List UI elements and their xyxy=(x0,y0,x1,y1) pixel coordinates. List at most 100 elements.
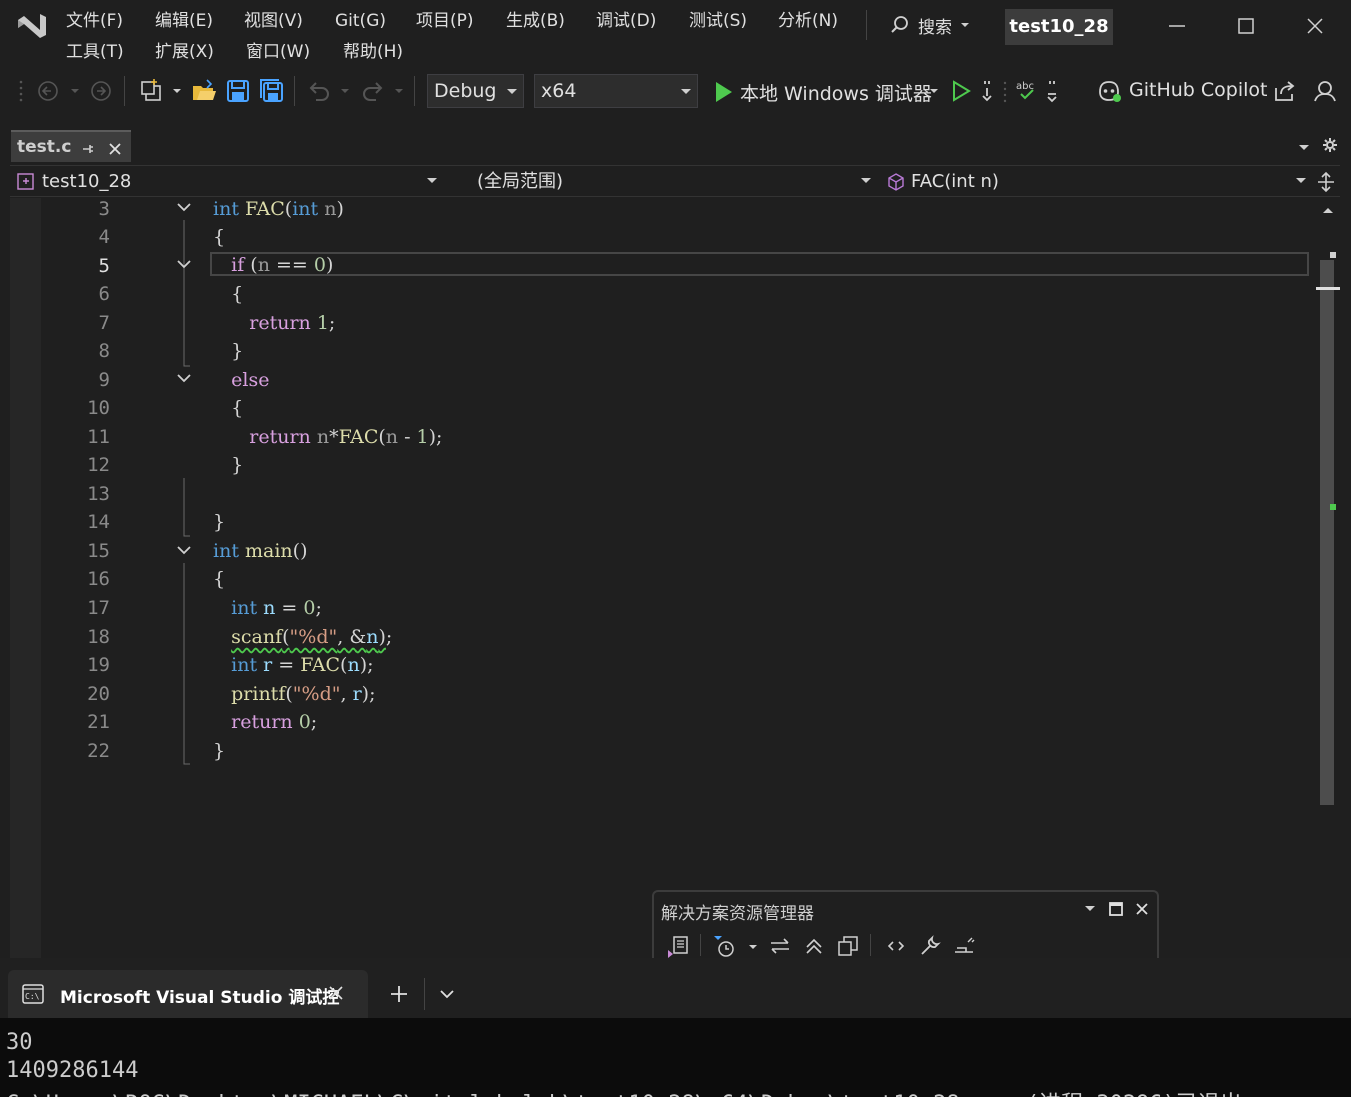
undo-icon[interactable] xyxy=(306,78,332,104)
chevron-down-icon xyxy=(507,89,517,94)
solution-name-badge[interactable]: test10_28 xyxy=(1005,9,1113,45)
debug-console-window[interactable]: C:\ Microsoft Visual Studio 调试控 30 14092… xyxy=(0,958,1351,1097)
minimize-icon[interactable] xyxy=(1165,14,1189,38)
new-project-icon[interactable] xyxy=(138,78,164,104)
menu-help[interactable]: 帮助(H) xyxy=(343,40,403,64)
menu-build[interactable]: 生成(B) xyxy=(506,9,565,33)
save-icon[interactable] xyxy=(225,78,251,104)
nav-scope-dropdown[interactable]: (全局范围) xyxy=(477,169,563,195)
chevron-down-icon xyxy=(961,23,969,27)
code-line: int r = FAC(n); xyxy=(231,654,374,676)
menu-file[interactable]: 文件(F) xyxy=(66,9,123,33)
scrollbar-thumb[interactable] xyxy=(1320,260,1334,805)
menu-window[interactable]: 窗口(W) xyxy=(246,40,310,64)
nav-project-dropdown[interactable]: test10_28 xyxy=(42,169,131,195)
line-number: 17 xyxy=(87,597,110,619)
maximize-panel-icon[interactable] xyxy=(1108,901,1124,917)
nav-member-dropdown[interactable]: FAC(int n) xyxy=(911,169,999,195)
pending-changes-filter-icon[interactable] xyxy=(712,934,738,958)
line-number: 12 xyxy=(87,454,110,476)
solution-platform-select[interactable]: x64 xyxy=(534,74,698,108)
view-code-icon[interactable] xyxy=(884,934,908,958)
sync-with-active-document-icon[interactable] xyxy=(768,934,792,958)
menu-git[interactable]: Git(G) xyxy=(335,9,386,33)
chevron-down-icon[interactable] xyxy=(929,88,939,94)
start-without-debugging-icon[interactable] xyxy=(948,78,974,104)
new-tab-plus-icon[interactable] xyxy=(390,985,408,1003)
feedback-icon[interactable] xyxy=(1311,78,1337,104)
share-icon[interactable] xyxy=(1272,78,1298,104)
properties-wrench-icon[interactable] xyxy=(918,934,942,958)
console-tab[interactable]: C:\ Microsoft Visual Studio 调试控 xyxy=(8,970,368,1018)
change-marker xyxy=(1330,504,1336,510)
tab-label: test.c xyxy=(17,137,72,157)
line-number: 16 xyxy=(87,568,110,590)
indicator-margin xyxy=(10,198,41,958)
solution-explorer-title: 解决方案资源管理器 xyxy=(661,904,814,924)
show-all-files-icon[interactable] xyxy=(836,934,860,958)
code-line: else xyxy=(231,369,270,391)
switch-views-icon[interactable] xyxy=(666,934,690,958)
menu-test[interactable]: 测试(S) xyxy=(689,9,747,33)
chevron-down-icon[interactable] xyxy=(340,88,350,94)
gear-icon[interactable] xyxy=(1322,137,1338,153)
menu-tools[interactable]: 工具(T) xyxy=(66,40,124,64)
chevron-down-icon[interactable] xyxy=(394,88,404,94)
code-line: int main() xyxy=(213,540,308,562)
caret-marker xyxy=(1330,252,1336,258)
chevron-down-icon[interactable] xyxy=(1296,178,1306,183)
line-number: 19 xyxy=(87,654,110,676)
code-line: int n = 0; xyxy=(231,597,322,619)
chevron-down-icon[interactable] xyxy=(748,944,758,950)
split-window-icon[interactable] xyxy=(1317,171,1335,193)
toolbar-divider xyxy=(424,978,425,1010)
solution-platform-value: x64 xyxy=(541,80,577,102)
menu-debug[interactable]: 调试(D) xyxy=(596,9,656,33)
preview-selected-items-icon[interactable] xyxy=(952,934,978,958)
collapse-all-icon[interactable] xyxy=(802,934,826,958)
window-options-dropdown-icon[interactable] xyxy=(1084,905,1096,913)
close-icon[interactable] xyxy=(1303,14,1327,38)
pin-icon[interactable] xyxy=(81,142,95,156)
github-copilot-icon[interactable] xyxy=(1096,78,1122,104)
navigate-forward-icon[interactable] xyxy=(89,78,115,104)
code-line: { xyxy=(213,226,226,248)
close-tab-icon[interactable] xyxy=(108,142,122,156)
code-line: } xyxy=(213,454,244,476)
start-debugging-play-icon[interactable] xyxy=(710,79,736,105)
maximize-icon[interactable] xyxy=(1234,14,1258,38)
tab-list-dropdown-icon[interactable] xyxy=(1298,144,1310,152)
save-all-icon[interactable] xyxy=(259,78,285,104)
navigate-back-icon[interactable] xyxy=(36,78,62,104)
scroll-up-arrow-icon[interactable] xyxy=(1322,206,1334,214)
editor-vertical-scrollbar[interactable] xyxy=(1316,198,1340,808)
search-button[interactable]: 搜索 xyxy=(890,12,970,38)
toolbar-overflow-icon[interactable] xyxy=(1044,78,1070,104)
spell-check-icon[interactable]: abc xyxy=(1015,78,1041,104)
code-editor[interactable]: 3 4 5 6 7 8 9 10 11 12 13 14 15 16 17 18 19 20 21 22 int FA… xyxy=(10,198,1340,958)
chevron-down-icon[interactable] xyxy=(172,88,182,94)
chevron-down-icon[interactable] xyxy=(427,178,437,183)
start-debugging-button[interactable]: 本地 Windows 调试器 xyxy=(740,79,932,106)
line-number: 13 xyxy=(87,483,110,505)
chevron-down-icon[interactable] xyxy=(440,990,454,999)
menu-edit[interactable]: 编辑(E) xyxy=(155,9,213,33)
line-number: 11 xyxy=(87,426,110,448)
code-line: printf("%d", r); xyxy=(231,683,376,705)
menu-analyze[interactable]: 分析(N) xyxy=(778,9,838,33)
line-number: 21 xyxy=(87,711,110,733)
close-panel-icon[interactable] xyxy=(1134,901,1150,917)
chevron-down-icon[interactable] xyxy=(70,88,80,94)
tab-test-c[interactable]: test.c xyxy=(11,130,131,162)
close-tab-icon[interactable] xyxy=(328,985,344,1001)
open-folder-icon[interactable] xyxy=(191,78,217,104)
solution-config-select[interactable]: Debug xyxy=(427,74,524,108)
redo-icon[interactable] xyxy=(360,78,386,104)
github-copilot-button[interactable]: GitHub Copilot xyxy=(1129,79,1267,101)
menu-extensions[interactable]: 扩展(X) xyxy=(155,40,214,64)
chevron-down-icon[interactable] xyxy=(861,178,871,183)
menu-project[interactable]: 项目(P) xyxy=(416,9,474,33)
code-line: { xyxy=(213,283,244,305)
menu-view[interactable]: 视图(V) xyxy=(244,9,303,33)
code-line: return n*FAC(n - 1); xyxy=(249,426,443,448)
